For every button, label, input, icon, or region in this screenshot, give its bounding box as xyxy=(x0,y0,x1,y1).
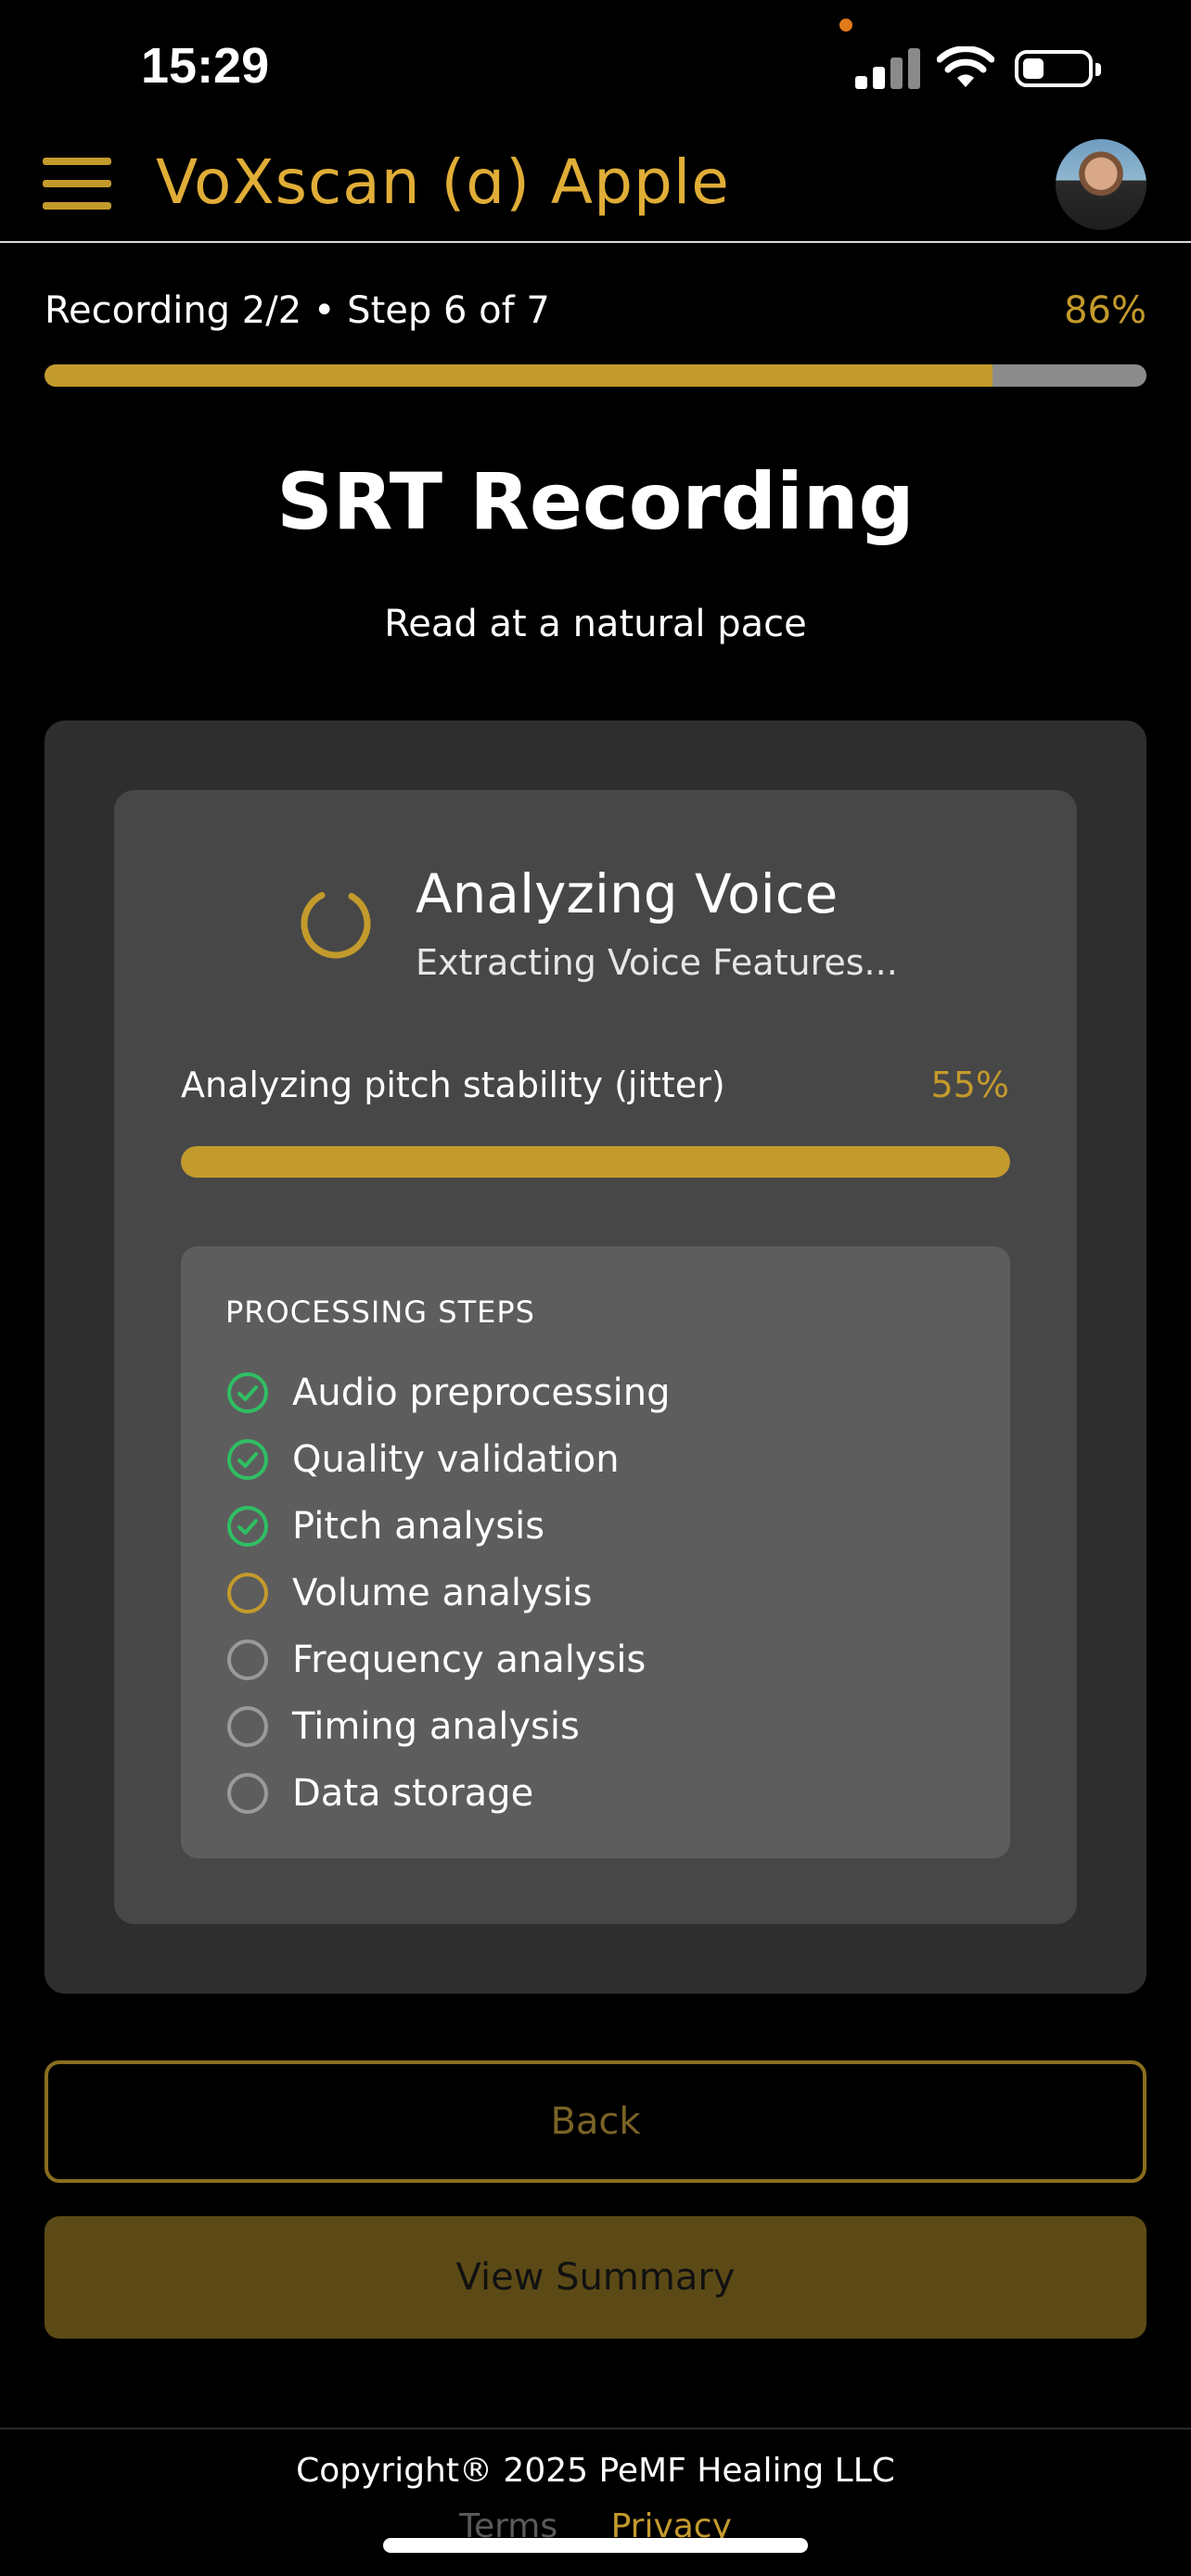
app-title: VoXscan (ɑ) Apple xyxy=(156,147,730,218)
battery-icon xyxy=(1015,50,1093,87)
recording-progress-bar xyxy=(45,364,1146,387)
current-task-progress-fill xyxy=(181,1146,1010,1178)
pending-circle-icon xyxy=(227,1706,268,1747)
recording-progress-fill xyxy=(45,364,992,387)
analysis-subtitle: Extracting Voice Features... xyxy=(416,942,898,983)
processing-step-label: Quality validation xyxy=(292,1438,620,1481)
battery-nub xyxy=(1095,63,1101,76)
processing-step: Quality validation xyxy=(225,1426,671,1493)
header-divider xyxy=(0,241,1191,243)
check-circle-icon xyxy=(227,1372,268,1413)
status-bar: 15:29 xyxy=(0,0,1191,130)
processing-step: Volume analysis xyxy=(225,1560,671,1626)
view-summary-button[interactable]: View Summary xyxy=(45,2216,1146,2339)
processing-steps-card: PROCESSING STEPS Audio preprocessing Qual… xyxy=(181,1246,1010,1858)
processing-steps-heading: PROCESSING STEPS xyxy=(225,1294,535,1330)
processing-step: Pitch analysis xyxy=(225,1493,671,1560)
current-task-percent: 55% xyxy=(930,1065,1009,1105)
processing-step-label: Pitch analysis xyxy=(292,1505,545,1548)
processing-step: Frequency analysis xyxy=(225,1626,671,1693)
home-indicator[interactable] xyxy=(383,2538,808,2553)
check-circle-icon xyxy=(227,1439,268,1480)
copyright-text: Copyright® 2025 PeMF Healing LLC xyxy=(296,2452,895,2490)
processing-step: Audio preprocessing xyxy=(225,1359,671,1426)
recording-indicator-dot xyxy=(839,19,852,32)
check-circle-icon xyxy=(227,1506,268,1547)
battery-level xyxy=(1023,58,1044,79)
in-progress-circle-icon xyxy=(227,1573,268,1613)
back-button[interactable]: Back xyxy=(45,2060,1146,2183)
analysis-title: Analyzing Voice xyxy=(416,862,839,925)
page-subtitle: Read at a natural pace xyxy=(384,603,807,645)
cellular-signal-icon xyxy=(855,46,922,89)
processing-step-label: Timing analysis xyxy=(292,1705,580,1748)
status-time: 15:29 xyxy=(141,38,270,94)
footer-divider xyxy=(0,2428,1191,2429)
app-header: VoXscan (ɑ) Apple xyxy=(0,130,1191,243)
processing-step: Data storage xyxy=(225,1760,671,1827)
page-title: SRT Recording xyxy=(276,456,915,547)
current-task-label: Analyzing pitch stability (jitter) xyxy=(181,1065,725,1105)
loading-spinner-icon xyxy=(301,888,371,959)
processing-step: Timing analysis xyxy=(225,1693,671,1760)
user-avatar[interactable] xyxy=(1056,139,1146,230)
processing-step-label: Frequency analysis xyxy=(292,1639,647,1681)
processing-step-label: Data storage xyxy=(292,1772,534,1815)
pending-circle-icon xyxy=(227,1639,268,1680)
recording-progress-percent: 86% xyxy=(1064,289,1146,332)
processing-step-label: Volume analysis xyxy=(292,1572,593,1614)
current-task-progress-bar xyxy=(181,1146,1010,1178)
recording-step-label: Recording 2/2 • Step 6 of 7 xyxy=(45,289,550,332)
hamburger-menu-icon[interactable] xyxy=(43,158,111,210)
processing-step-label: Audio preprocessing xyxy=(292,1371,671,1414)
processing-steps-list: Audio preprocessing Quality validation Pit… xyxy=(225,1359,671,1827)
wifi-icon xyxy=(937,46,994,87)
pending-circle-icon xyxy=(227,1773,268,1814)
